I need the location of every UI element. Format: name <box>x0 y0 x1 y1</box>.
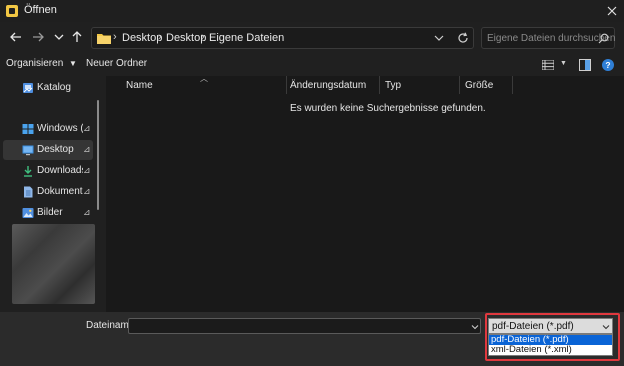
help-icon: ? <box>602 59 614 71</box>
svg-text:?: ? <box>605 60 610 70</box>
app-icon <box>6 5 18 17</box>
column-header-name[interactable]: Name <box>126 80 153 91</box>
file-list: ︿ Name Änderungsdatum Typ Größe Es wurde… <box>106 74 624 312</box>
close-icon <box>607 6 617 16</box>
empty-results-message: Es wurden keine Suchergebnisse gefunden. <box>290 103 486 114</box>
arrow-right-icon <box>33 32 44 42</box>
blurred-region <box>12 224 95 304</box>
folder-icon <box>97 32 111 44</box>
sidebar-item-label: Katalog <box>37 82 71 93</box>
sidebar-item-label: Dokumente <box>37 186 83 197</box>
caret-down-icon: ▼ <box>69 59 77 68</box>
sidebar-item-downloads[interactable]: Downloads ⊿ <box>3 161 93 181</box>
address-dropdown-button[interactable] <box>432 31 446 45</box>
column-divider[interactable] <box>459 76 460 94</box>
arrow-up-icon <box>72 31 82 42</box>
column-header-size[interactable]: Größe <box>465 80 493 91</box>
title-bar: Öffnen <box>0 0 624 22</box>
filetype-option-xml[interactable]: xml-Dateien (*.xml) <box>489 345 612 355</box>
column-divider[interactable] <box>286 76 287 94</box>
breadcrumb-item[interactable]: Eigene Dateien <box>209 32 284 44</box>
sidebar-scrollbar[interactable] <box>97 100 99 210</box>
chevron-down-icon <box>471 325 479 330</box>
refresh-icon <box>458 32 468 43</box>
column-header-type[interactable]: Typ <box>385 80 401 91</box>
window-title: Öffnen <box>24 4 57 16</box>
list-view-icon <box>542 60 554 70</box>
chevron-down-icon <box>54 34 64 40</box>
back-button[interactable] <box>6 27 26 47</box>
close-button[interactable] <box>602 2 622 20</box>
filetype-options-list: pdf-Dateien (*.pdf) xml-Dateien (*.xml) <box>488 334 613 356</box>
refresh-button[interactable] <box>456 31 470 45</box>
preview-pane-button[interactable] <box>579 59 591 71</box>
pin-icon: ⊿ <box>83 207 91 217</box>
bottom-panel: Dateiname: pdf-Dateien (*.pdf) pdf-Datei… <box>0 312 624 366</box>
document-icon <box>22 186 34 198</box>
pin-icon: ⊿ <box>83 186 91 196</box>
pin-icon: ⊿ <box>83 123 91 133</box>
sort-arrow-icon: ︿ <box>200 74 208 83</box>
sidebar-item-pictures[interactable]: Bilder ⊿ <box>3 203 93 223</box>
pictures-icon <box>22 207 34 219</box>
desktop-icon <box>22 144 34 156</box>
filename-dropdown-button[interactable] <box>470 322 480 332</box>
organize-button[interactable]: Organisieren ▼ <box>6 58 77 74</box>
sidebar-item-documents[interactable]: Dokumente ⊿ <box>3 182 93 202</box>
forward-button[interactable] <box>28 27 48 47</box>
search-icon <box>598 33 609 44</box>
filetype-select[interactable]: pdf-Dateien (*.pdf) <box>488 318 613 334</box>
sidebar-item-desktop[interactable]: Desktop ⊿ <box>3 140 93 160</box>
column-divider[interactable] <box>512 76 513 94</box>
sidebar-item-label: Downloads <box>37 165 83 176</box>
breadcrumb-item[interactable]: Desktop <box>122 32 162 44</box>
filename-input[interactable] <box>128 318 481 334</box>
catalog-icon <box>22 82 34 94</box>
chevron-right-icon: › <box>113 31 117 43</box>
sidebar-item-label: Windows (C: <box>37 123 83 134</box>
search-placeholder: Eigene Dateien durchsuchen <box>487 33 616 44</box>
filetype-selected-value: pdf-Dateien (*.pdf) <box>492 321 574 332</box>
arrow-left-icon <box>10 32 21 42</box>
column-divider[interactable] <box>379 76 380 94</box>
up-button[interactable] <box>67 27 87 47</box>
column-header-modified[interactable]: Änderungsdatum <box>290 80 366 91</box>
sidebar-item-label: Bilder <box>37 207 63 218</box>
chevron-down-icon <box>434 35 444 41</box>
view-options-button[interactable] <box>542 60 554 70</box>
sidebar-item-label: Desktop <box>37 144 74 155</box>
download-icon <box>22 165 34 177</box>
recent-locations-button[interactable] <box>49 27 69 47</box>
pin-icon: ⊿ <box>83 144 91 154</box>
help-button[interactable]: ? <box>602 59 614 71</box>
search-input[interactable]: Eigene Dateien durchsuchen <box>481 27 615 49</box>
new-folder-button[interactable]: Neuer Ordner <box>86 58 147 74</box>
chevron-right-icon: › <box>158 31 162 43</box>
sidebar-item-catalog[interactable]: Katalog <box>3 78 93 98</box>
chevron-down-icon <box>601 322 611 332</box>
sidebar-item-windows-c[interactable]: Windows (C: ⊿ <box>3 119 93 139</box>
pin-icon: ⊿ <box>83 165 91 175</box>
view-dropdown-button[interactable]: ▼ <box>560 60 567 67</box>
address-bar[interactable]: › Desktop › Desktop › Eigene Dateien <box>91 27 474 49</box>
organize-label: Organisieren <box>6 58 64 69</box>
preview-pane-icon <box>579 59 591 71</box>
chevron-right-icon: › <box>201 31 205 43</box>
drive-icon <box>22 123 34 135</box>
